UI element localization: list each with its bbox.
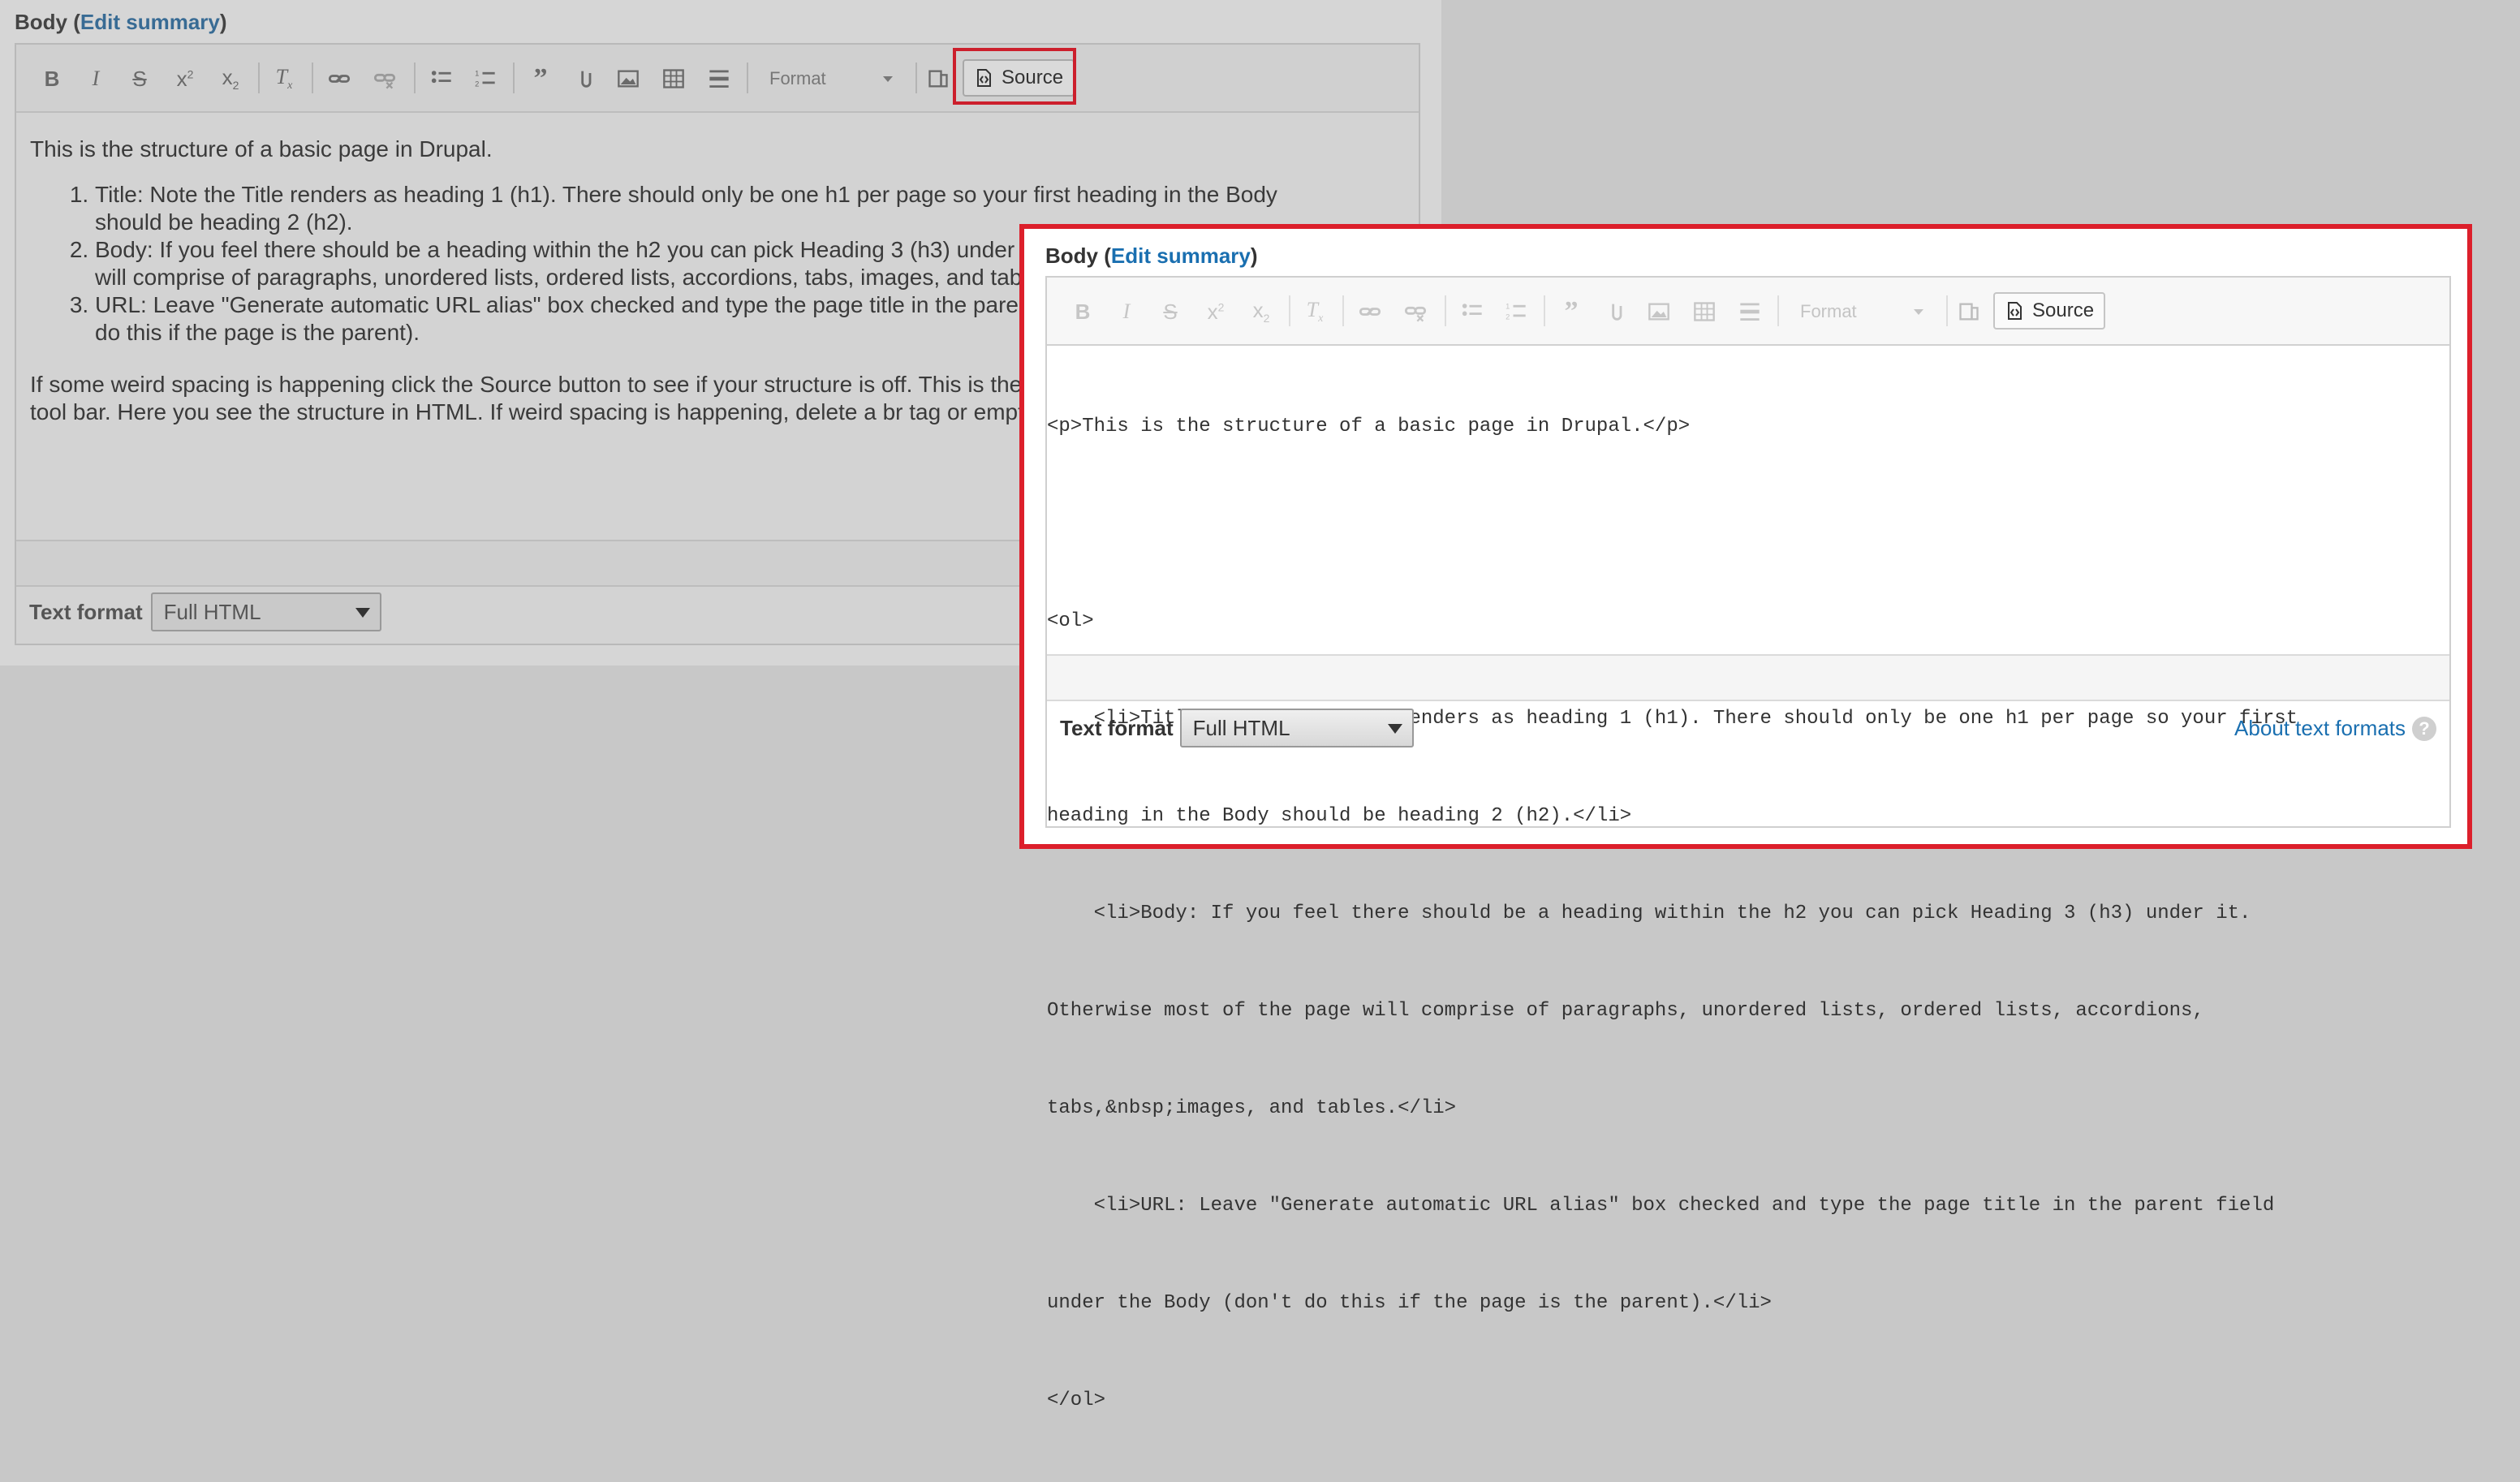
bold-icon[interactable]: B bbox=[32, 59, 71, 98]
paren-close: ) bbox=[1250, 243, 1258, 268]
body-field-label: Body (Edit summary) bbox=[15, 10, 227, 35]
toolbar-separator bbox=[1544, 295, 1545, 326]
svg-text:2: 2 bbox=[475, 80, 479, 88]
text-format-label: Text format bbox=[29, 599, 143, 624]
source-view-panel: Body (Edit summary) B I S x2 x2 Tx 12 ” … bbox=[1019, 224, 2472, 1411]
link-icon bbox=[1350, 292, 1389, 331]
toolbar-separator bbox=[258, 62, 260, 93]
remove-format-icon: Tx bbox=[1306, 297, 1324, 325]
media-embed-icon[interactable] bbox=[565, 59, 604, 98]
source-line: tabs,&nbsp;images, and tables.</li> bbox=[1047, 1097, 1457, 1119]
svg-text:1: 1 bbox=[1506, 303, 1510, 311]
text-format-label: Text format bbox=[1060, 715, 1174, 740]
toolbar-separator bbox=[312, 62, 313, 93]
toolbar-separator bbox=[414, 62, 416, 93]
strikethrough-icon[interactable]: S bbox=[120, 59, 159, 98]
italic-icon: I bbox=[1122, 299, 1131, 323]
source-button-label: Source bbox=[2032, 299, 2095, 321]
source-icon bbox=[2008, 302, 2022, 320]
toolbar-separator bbox=[1946, 295, 1948, 326]
unlink-icon[interactable] bbox=[365, 59, 404, 98]
toolbar-separator bbox=[747, 62, 748, 93]
text-format-row: Text format Full HTML bbox=[1060, 706, 1414, 750]
format-dropdown: Format bbox=[1800, 295, 1927, 328]
image-icon[interactable] bbox=[609, 59, 648, 98]
source-button-highlight bbox=[953, 48, 1076, 105]
unlink-icon bbox=[1396, 292, 1435, 331]
strikethrough-icon: S bbox=[1163, 299, 1178, 324]
source-line: <p>This is the structure of a basic page… bbox=[1047, 416, 1691, 437]
format-dropdown-label: Format bbox=[1800, 301, 1857, 321]
link-icon[interactable] bbox=[320, 59, 359, 98]
text-format-value: Full HTML bbox=[1192, 715, 1290, 740]
maximize-icon[interactable] bbox=[919, 59, 958, 98]
format-dropdown[interactable]: Format bbox=[769, 62, 896, 95]
horizontal-rule-icon[interactable] bbox=[700, 59, 739, 98]
text-format-value: Full HTML bbox=[163, 599, 261, 624]
source-button[interactable]: Source bbox=[1993, 292, 2106, 330]
editor-status-bar bbox=[1047, 654, 2449, 701]
source-line: ​ bbox=[1047, 508, 2449, 541]
about-text-formats-link[interactable]: About text formats ? bbox=[2234, 716, 2436, 741]
body-label-text: Body bbox=[15, 10, 67, 34]
bold-icon: B bbox=[1075, 299, 1091, 324]
text-format-select[interactable]: Full HTML bbox=[150, 592, 381, 631]
source-line: <li>Body: If you feel there should be a … bbox=[1047, 903, 2251, 924]
superscript-icon[interactable]: x2 bbox=[166, 59, 205, 98]
horizontal-rule-icon bbox=[1730, 292, 1769, 331]
edit-summary-link[interactable]: Edit summary bbox=[80, 10, 220, 34]
svg-text:2: 2 bbox=[1506, 312, 1510, 321]
source-line: <li>URL: Leave "Generate automatic URL a… bbox=[1047, 1195, 2275, 1217]
bulleted-list-icon[interactable] bbox=[422, 59, 461, 98]
svg-text:1: 1 bbox=[475, 70, 479, 78]
editor-toolbar: B I S x2 x2 Tx 12 ” Format Source bbox=[1047, 278, 2449, 346]
media-embed-icon bbox=[1596, 292, 1635, 331]
toolbar-separator bbox=[1445, 295, 1446, 326]
subscript-icon: x2 bbox=[1252, 298, 1270, 325]
subscript-icon[interactable]: x2 bbox=[211, 59, 250, 98]
editor-toolbar: B I S x2 x2 Tx 12 ” Format Source bbox=[16, 45, 1419, 113]
toolbar-separator bbox=[1289, 295, 1290, 326]
body-field-label: Body (Edit summary) bbox=[1045, 243, 1258, 269]
chevron-down-icon bbox=[1914, 309, 1923, 315]
toolbar-separator bbox=[513, 62, 515, 93]
source-line: under the Body (don't do this if the pag… bbox=[1047, 1292, 1772, 1314]
source-line: Otherwise most of the page will comprise… bbox=[1047, 1000, 2204, 1022]
intro-paragraph: This is the structure of a basic page in… bbox=[30, 136, 493, 162]
format-dropdown-label: Format bbox=[769, 68, 826, 88]
maximize-icon[interactable] bbox=[1949, 292, 1988, 331]
about-text-formats-label: About text formats bbox=[2234, 716, 2406, 740]
source-line: heading in the Body should be heading 2 … bbox=[1047, 805, 1632, 827]
toolbar-separator bbox=[915, 62, 917, 93]
source-editor: B I S x2 x2 Tx 12 ” Format Source <p>Thi… bbox=[1045, 276, 2451, 1411]
text-format-select[interactable]: Full HTML bbox=[1179, 709, 1414, 747]
edit-summary-link[interactable]: Edit summary bbox=[1111, 243, 1251, 268]
superscript-icon: x2 bbox=[1207, 299, 1225, 324]
text-format-row: Text format Full HTML bbox=[29, 590, 381, 634]
dropdown-arrow-icon bbox=[355, 608, 370, 618]
paren-open: ( bbox=[73, 10, 80, 34]
table-icon[interactable] bbox=[654, 59, 693, 98]
paren-close: ) bbox=[219, 10, 227, 34]
table-icon bbox=[1685, 292, 1724, 331]
dropdown-arrow-icon bbox=[1387, 724, 1402, 734]
source-line: <ol> bbox=[1047, 610, 1094, 632]
numbered-list-icon[interactable]: 12 bbox=[466, 59, 505, 98]
image-icon bbox=[1639, 292, 1678, 331]
source-line: </ol> bbox=[1047, 1389, 1106, 1411]
remove-format-icon[interactable]: Tx bbox=[265, 59, 304, 98]
numbered-list-icon: 12 bbox=[1497, 292, 1536, 331]
paren-open: ( bbox=[1104, 243, 1111, 268]
chevron-down-icon bbox=[883, 76, 893, 82]
body-label-text: Body bbox=[1045, 243, 1098, 268]
toolbar-separator bbox=[1342, 295, 1344, 326]
blockquote-icon[interactable]: ” bbox=[521, 59, 560, 98]
bulleted-list-icon bbox=[1453, 292, 1492, 331]
toolbar-separator bbox=[1777, 295, 1779, 326]
help-icon: ? bbox=[2412, 716, 2436, 741]
blockquote-icon: ” bbox=[1564, 296, 1579, 326]
italic-icon[interactable]: I bbox=[76, 59, 115, 98]
